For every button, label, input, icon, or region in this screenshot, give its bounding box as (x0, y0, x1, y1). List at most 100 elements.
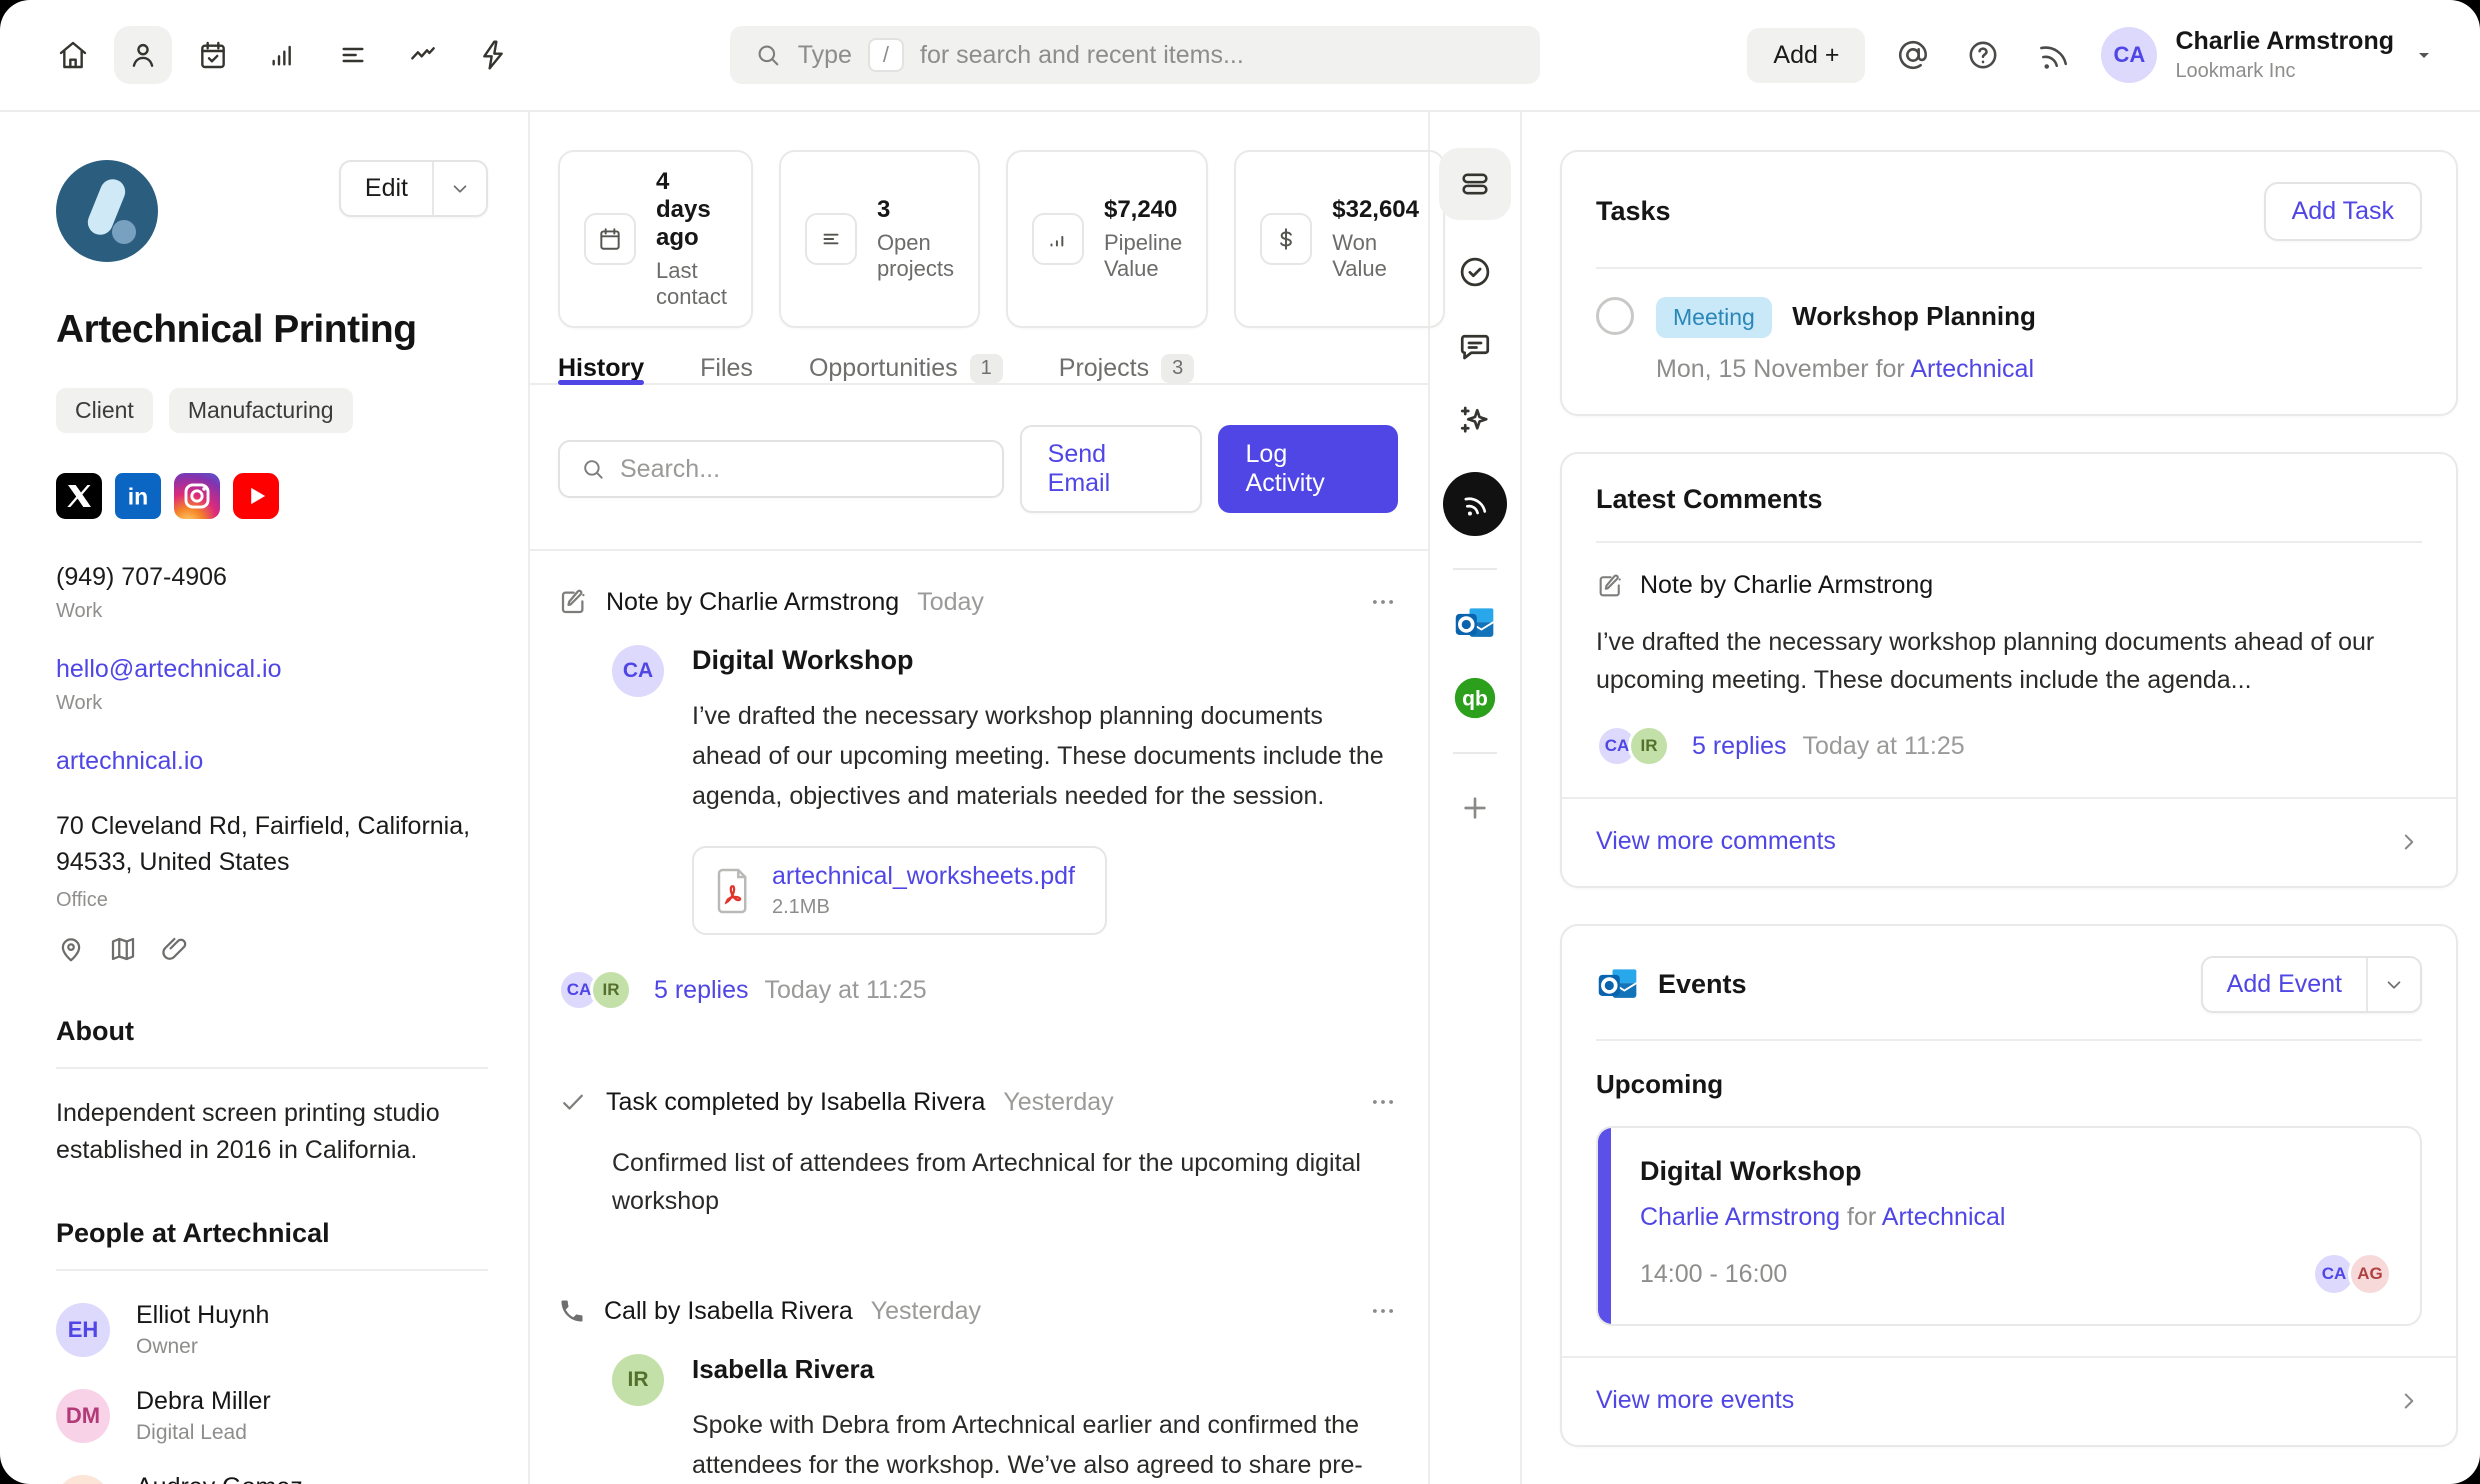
mentions-button[interactable] (1891, 33, 1935, 77)
help-button[interactable] (1961, 33, 2005, 77)
event-for-word: for (1847, 1203, 1877, 1231)
person-name: Debra Miller (136, 1386, 271, 1415)
map-pin-icon[interactable] (56, 934, 86, 964)
list-item-person[interactable]: AG Audrey Gomez Production Manager (56, 1473, 488, 1484)
task-type-badge: Meeting (1656, 297, 1772, 338)
calendar-icon (600, 228, 620, 250)
dollar-icon (1280, 228, 1293, 250)
tag-client[interactable]: Client (56, 388, 153, 433)
rail-ai-button[interactable] (1453, 398, 1497, 442)
stat-value: $7,240 (1103, 196, 1178, 223)
entry-menu-button[interactable] (1368, 587, 1398, 617)
task-for-word: for (1875, 355, 1905, 383)
stat-pipeline-value: $7,240 Pipeline Value (1005, 150, 1209, 328)
upcoming-heading: Upcoming (1596, 1069, 1724, 1099)
rail-broadcast-button[interactable] (1443, 472, 1507, 536)
primary-nav-icons (44, 26, 522, 84)
tag-manufacturing[interactable]: Manufacturing (168, 388, 353, 433)
slash-key-badge: / (867, 38, 905, 72)
event-company-link[interactable]: Artechnical (1882, 1203, 2006, 1231)
list-item-person[interactable]: DM Debra Miller Digital Lead (56, 1387, 488, 1445)
replies-link[interactable]: 5 replies (654, 976, 749, 1005)
timeline-entry-task: Task completed by Isabella Rivera Yester… (530, 1051, 1428, 1260)
global-search-input[interactable]: Type / for search and recent items... (729, 26, 1540, 84)
broadcast-icon (2040, 46, 2068, 69)
phone-value[interactable]: (949) 707-4906 (56, 563, 488, 592)
rail-tasks-button[interactable] (1453, 250, 1497, 294)
rail-outlook-button[interactable] (1453, 602, 1497, 646)
rail-comments-button[interactable] (1453, 324, 1497, 368)
send-email-button[interactable]: Send Email (1019, 425, 1202, 513)
add-task-button[interactable]: Add Task (2263, 182, 2422, 241)
list-lines-icon (342, 47, 364, 63)
home-nav-button[interactable] (44, 26, 102, 84)
map-icon[interactable] (108, 934, 138, 964)
edit-button[interactable]: Edit (341, 162, 432, 215)
task-date: Mon, 15 November (1656, 355, 1869, 383)
calendar-check-icon (201, 41, 225, 69)
entry-menu-button[interactable] (1368, 1296, 1398, 1326)
rail-divider (1453, 568, 1497, 570)
people-nav-button[interactable] (114, 26, 172, 84)
lists-nav-button[interactable] (324, 26, 382, 84)
broadcast-icon (1464, 497, 1487, 516)
ellipsis-icon (1373, 600, 1393, 604)
reports-nav-button[interactable] (254, 26, 312, 84)
log-activity-button[interactable]: Log Activity (1217, 425, 1398, 513)
sparkles-icon (1460, 406, 1488, 433)
event-owner-link[interactable]: Charlie Armstrong (1640, 1203, 1840, 1231)
reply-avatars: CA IR (558, 969, 632, 1011)
paperclip-icon[interactable] (160, 934, 190, 964)
tab-files[interactable]: Files (700, 354, 753, 383)
entry-menu-button[interactable] (1368, 1087, 1398, 1117)
instagram-social-icon[interactable] (174, 473, 220, 519)
view-more-comments-link[interactable]: View more comments (1596, 799, 2422, 856)
add-button[interactable]: Add + (1747, 27, 1866, 83)
rail-quickbooks-button[interactable]: qb (1453, 676, 1497, 720)
event-list-item[interactable]: Digital Workshop Charlie Armstrong for A… (1596, 1126, 2422, 1326)
attachment-card[interactable]: artechnical_worksheets.pdf 2.1MB (692, 846, 1107, 935)
website-link[interactable]: artechnical.io (56, 747, 488, 776)
add-event-button[interactable]: Add Event (2203, 958, 2366, 1011)
comment-replies-row: CA IR 5 replies Today at 11:25 (1596, 725, 2422, 767)
linkedin-social-icon[interactable]: in (115, 473, 161, 519)
task-company-link[interactable]: Artechnical (1910, 355, 2034, 383)
tab-history[interactable]: History (558, 354, 645, 385)
view-more-events-link[interactable]: View more events (1596, 1358, 2422, 1415)
comment-header: Note by Charlie Armstrong (1640, 571, 1934, 599)
comments-card: Latest Comments Note by Charlie Armstron… (1560, 452, 2458, 888)
event-accent-bar (1598, 1128, 1611, 1324)
x-social-icon[interactable] (56, 473, 102, 519)
task-checkbox[interactable] (1596, 297, 1634, 335)
entry-time: Today (917, 587, 984, 616)
list-item-person[interactable]: EH Elliot Huynh Owner (56, 1301, 488, 1359)
user-menu[interactable]: CA Charlie Armstrong Lookmark Inc (2101, 27, 2436, 83)
automations-nav-button[interactable] (464, 26, 522, 84)
edit-caret-button[interactable] (434, 162, 486, 215)
footer-label: View more comments (1596, 827, 1836, 855)
chevron-right-icon (2404, 1393, 2414, 1408)
bar-chart-icon (272, 45, 291, 66)
note-replies-row: CA IR 5 replies Today at 11:25 (558, 969, 1398, 1011)
person-role: Owner (136, 1334, 198, 1358)
email-link[interactable]: hello@artechnical.io (56, 655, 488, 684)
tab-opportunities[interactable]: Opportunities 1 (809, 354, 1003, 383)
broadcast-button[interactable] (2031, 33, 2075, 77)
add-event-caret-button[interactable] (2368, 958, 2420, 1011)
top-navigation: Type / for search and recent items... Ad… (0, 0, 2480, 112)
timeline-search-input[interactable]: Search... (558, 440, 1004, 498)
chevron-right-icon (2404, 834, 2414, 849)
email-label: Work (56, 692, 103, 714)
at-sign-icon (1899, 40, 1928, 70)
tab-projects[interactable]: Projects 3 (1059, 354, 1195, 383)
calendar-nav-button[interactable] (184, 26, 242, 84)
rail-add-button[interactable] (1453, 786, 1497, 830)
tab-label: Opportunities (808, 354, 958, 382)
stat-last-contact: 4 days ago Last contact (558, 150, 753, 328)
youtube-social-icon[interactable] (233, 473, 279, 519)
activity-nav-button[interactable] (394, 26, 452, 84)
replies-link[interactable]: 5 replies (1692, 732, 1787, 761)
task-title[interactable]: Workshop Planning (1792, 301, 2036, 331)
rail-overview-button[interactable] (1439, 148, 1511, 220)
contact-details: (949) 707-4906 Work hello@artechnical.io… (56, 563, 488, 964)
